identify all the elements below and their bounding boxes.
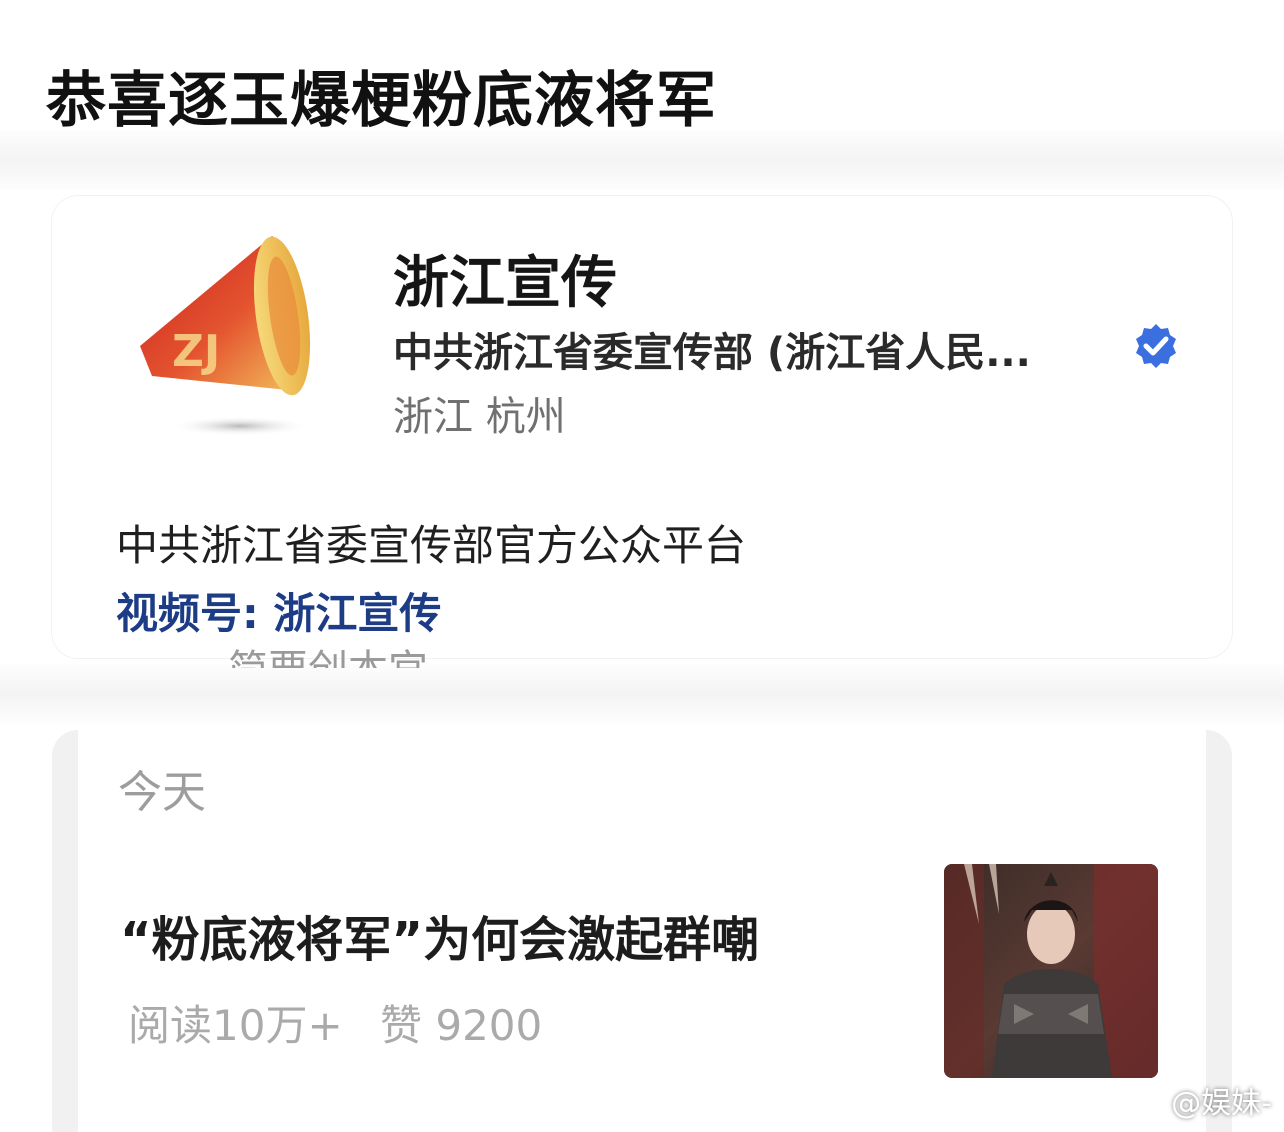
article-list: 今天 “粉底液将军”为何会激起群嘲 阅读10万+ 赞 9200 xyxy=(78,730,1206,1132)
weibo-icon xyxy=(1129,1088,1162,1114)
video-channel-link[interactable]: 视频号: 浙江宣传 xyxy=(116,580,441,641)
megaphone-logo-icon: ZJ xyxy=(140,236,311,436)
source-watermark: @娱妹- xyxy=(1129,1078,1272,1122)
screenshot-page: 恭喜逐玉爆梗粉底液将军 ZJ 浙江宣传 中共浙江省委宣传部 (浙江省人民... … xyxy=(0,0,1284,1132)
account-description: 中共浙江省委宣传部官方公众平台 xyxy=(116,521,747,570)
account-profile-card[interactable]: ZJ 浙江宣传 中共浙江省委宣传部 (浙江省人民... 浙江 杭州 中共浙江省委… xyxy=(52,196,1232,658)
like-count: 赞 9200 xyxy=(380,1001,543,1050)
article-stats: 阅读10万+ 赞 9200 xyxy=(128,992,566,1053)
logo-text: ZJ xyxy=(172,326,220,377)
headline: 恭喜逐玉爆梗粉底液将军 xyxy=(46,66,717,136)
account-location: 浙江 杭州 xyxy=(393,394,566,440)
verified-badge-icon xyxy=(1136,324,1176,368)
article-thumbnail[interactable] xyxy=(944,864,1158,1078)
organization-name: 中共浙江省委宣传部 (浙江省人民... xyxy=(393,330,1031,376)
date-label: 今天 xyxy=(118,767,206,818)
read-count: 阅读10万+ xyxy=(128,1001,343,1050)
article-list-panel: 今天 “粉底液将军”为何会激起群嘲 阅读10万+ 赞 9200 xyxy=(52,730,1232,1132)
watermark-text: @娱妹- xyxy=(1171,1086,1272,1121)
background-blur xyxy=(0,664,1284,724)
article-title[interactable]: “粉底液将军”为何会激起群嘲 xyxy=(120,900,759,970)
faded-cutoff-text: 简要创本宫 xyxy=(228,646,468,668)
background-blur xyxy=(0,130,1284,190)
account-name[interactable]: 浙江宣传 xyxy=(393,238,617,319)
